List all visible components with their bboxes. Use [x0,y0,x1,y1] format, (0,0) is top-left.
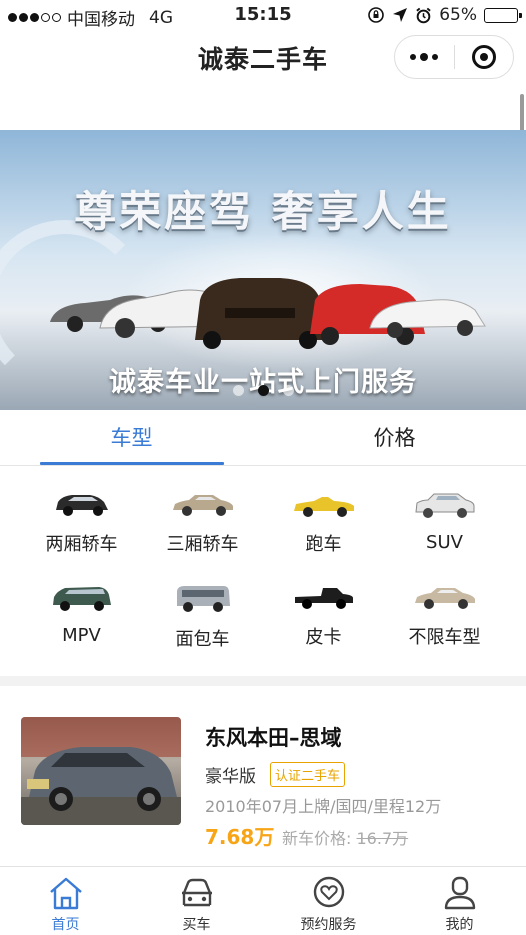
new-car-price: 新车价格: 16.7万 [282,825,408,849]
tab-profile[interactable]: 我的 [394,867,525,935]
close-mini-program-icon[interactable] [454,45,513,69]
new-price-value: 16.7万 [356,829,409,848]
hatchback-icon [55,495,108,516]
home-icon [49,877,82,910]
car-title: 东风本田–思域 [205,726,342,750]
category-label: 三厢轿车 [166,534,239,555]
category-mpv[interactable]: MPV [16,571,147,661]
banner-dot-active[interactable] [257,385,269,396]
status-right: 65% [367,5,522,25]
car-photo [21,717,181,825]
category-sedan[interactable]: 三厢轿车 [137,478,268,568]
car-category-grid: 两厢轿车 三厢轿车 跑车 SUV MPV 面包车 皮卡 不限车型 [0,478,526,674]
battery-percent: 65% [439,5,477,25]
tab-label: 首页 [51,917,80,933]
sedan-icon [172,495,233,516]
bottom-tab-bar: 首页 买车 预约服务 我的 [0,866,526,935]
section-divider [0,676,526,686]
tab-buy-car[interactable]: 买车 [131,867,262,935]
location-icon [393,8,408,22]
car-price: 7.68万 [205,825,275,849]
category-hatchback[interactable]: 两厢轿车 [16,478,147,568]
active-tab-underline [40,462,224,465]
tab-booking[interactable]: 预约服务 [263,867,394,935]
more-menu-icon[interactable] [395,52,454,61]
tab-price[interactable]: 价格 [263,410,526,466]
car-trim: 豪华版 [205,767,256,787]
filter-tabs: 车型 价格 [0,410,526,466]
sports-car-icon [293,497,354,517]
banner-headline: 尊荣座驾 奢享人生 [74,187,452,236]
battery-icon [484,7,522,23]
any-car-icon [414,588,475,609]
tab-home[interactable]: 首页 [0,867,131,935]
rotation-lock-icon [368,7,385,23]
category-label: 面包车 [175,629,230,650]
van-icon [176,586,230,612]
pickup-icon [294,588,353,609]
category-label: 不限车型 [408,627,481,648]
navigation-bar: 诚泰二手车 [0,30,526,82]
user-icon [444,876,475,910]
certified-badge: 认证二手车 [270,762,346,787]
tab-label: 买车 [182,917,211,933]
banner-dot[interactable] [282,385,294,396]
car-listing-item[interactable]: 东风本田–思域 豪华版 认证二手车 2010年07月上牌/国四/里程12万 7.… [0,700,526,860]
banner-pagination [0,385,526,396]
category-label: 两厢轿车 [45,534,118,555]
suv-icon [414,493,474,518]
status-bar: 中国移动 4G 15:15 65% [0,0,526,30]
tab-label: 我的 [445,917,474,933]
mini-program-capsule [394,35,514,79]
car-thumbnail [21,717,181,825]
category-any[interactable]: 不限车型 [379,571,510,661]
car-icon [181,878,212,907]
category-label: 跑车 [305,534,342,555]
category-suv[interactable]: SUV [379,478,510,568]
category-sports-car[interactable]: 跑车 [258,478,389,568]
tab-car-type[interactable]: 车型 [0,410,263,466]
category-pickup[interactable]: 皮卡 [258,571,389,661]
luxury-cars-graphic [50,278,486,349]
banner-dot[interactable] [232,385,244,396]
category-label: 皮卡 [305,627,342,648]
new-price-label: 新车价格: [282,829,352,848]
category-label: MPV [62,625,101,646]
hero-banner[interactable]: 尊荣座驾 奢享人生 诚泰车业一站式上门服务 [0,130,526,410]
alarm-icon [416,7,431,23]
mpv-icon [52,587,111,611]
car-details: 2010年07月上牌/国四/里程12万 [205,797,442,816]
category-label: SUV [426,532,463,553]
heart-badge-icon [313,876,344,908]
tab-label: 预约服务 [300,917,357,933]
category-van[interactable]: 面包车 [137,571,268,661]
